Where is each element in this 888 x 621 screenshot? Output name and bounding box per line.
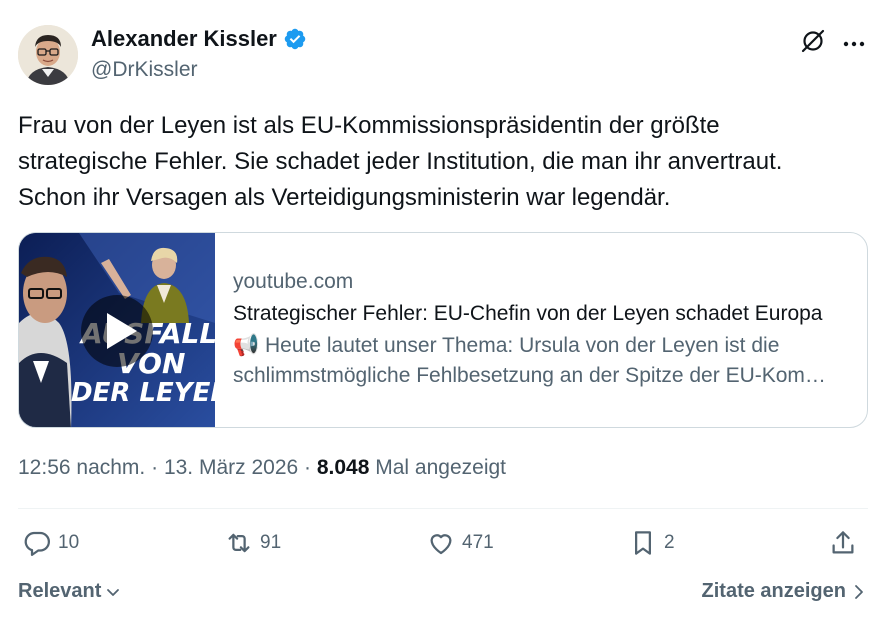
divider: [18, 508, 868, 509]
tweet-text-line: Frau von der Leyen ist als EU-Kommission…: [18, 112, 720, 139]
verified-badge-icon: [283, 27, 307, 51]
like-button[interactable]: 471: [426, 528, 494, 558]
reply-count: 10: [58, 532, 80, 553]
grok-icon[interactable]: [800, 28, 826, 54]
reply-icon: [24, 531, 50, 556]
share-icon: [832, 531, 854, 554]
view-count-label: Mal angezeigt: [369, 456, 507, 479]
avatar-image: [18, 25, 78, 85]
view-quotes-link[interactable]: Zitate anzeigen: [702, 580, 866, 603]
sort-dropdown[interactable]: Relevant: [18, 580, 121, 603]
link-description-line: schlimmstmögliche Fehlbesetzung an der S…: [233, 364, 843, 387]
video-thumbnail[interactable]: AUSFALL VON DER LEYEN: [19, 233, 215, 427]
link-title: Strategischer Fehler: EU-Chefin von der …: [233, 302, 823, 325]
tweet-date[interactable]: 13. März 2026: [164, 456, 298, 479]
bookmark-count: 2: [664, 532, 675, 553]
tweet-text: Frau von der Leyen ist als EU-Kommission…: [18, 108, 878, 216]
reply-button[interactable]: 10: [22, 528, 79, 558]
action-bar: 10 91 471 2: [18, 528, 868, 564]
link-description-line: 📢 Heute lautet unser Thema: Ursula von d…: [233, 334, 780, 357]
thumbnail-text: DER LEYEN: [71, 378, 215, 408]
link-preview-body[interactable]: youtube.com Strategischer Fehler: EU-Che…: [215, 233, 867, 427]
avatar[interactable]: [18, 25, 78, 85]
tweet-meta: 12:56 nachm. · 13. März 2026 · 8.048 Mal…: [18, 456, 506, 480]
repost-icon: [228, 533, 250, 553]
author-name[interactable]: Alexander Kissler: [91, 26, 277, 52]
author-handle[interactable]: @DrKissler: [91, 58, 198, 82]
link-description: 📢 Heute lautet unser Thema: Ursula von d…: [233, 331, 843, 391]
tweet-text-line: Schon ihr Versagen als Verteidigungsmini…: [18, 184, 671, 211]
like-count: 471: [462, 532, 494, 553]
link-domain: youtube.com: [233, 270, 354, 293]
like-icon: [430, 534, 452, 555]
tweet-text-line: strategische Fehler. Sie schadet jeder I…: [18, 148, 783, 175]
more-icon[interactable]: [842, 36, 866, 47]
tweet-time[interactable]: 12:56 nachm.: [18, 456, 145, 479]
bookmark-button[interactable]: 2: [628, 528, 675, 558]
chevron-right-icon: [855, 584, 863, 599]
sort-label: Relevant: [18, 580, 102, 602]
share-button[interactable]: [828, 528, 858, 558]
view-count: 8.048: [316, 456, 370, 479]
meta-separator: ·: [145, 456, 164, 479]
bookmark-icon: [635, 531, 651, 555]
chevron-down-icon: [107, 588, 120, 596]
repost-count: 91: [260, 532, 282, 553]
author-name-row[interactable]: Alexander Kissler: [91, 26, 307, 52]
meta-separator: ·: [298, 456, 317, 479]
view-quotes-label: Zitate anzeigen: [701, 580, 846, 602]
repost-button[interactable]: 91: [224, 528, 281, 558]
link-preview-card[interactable]: AUSFALL VON DER LEYEN youtube.com Strate…: [18, 232, 868, 428]
